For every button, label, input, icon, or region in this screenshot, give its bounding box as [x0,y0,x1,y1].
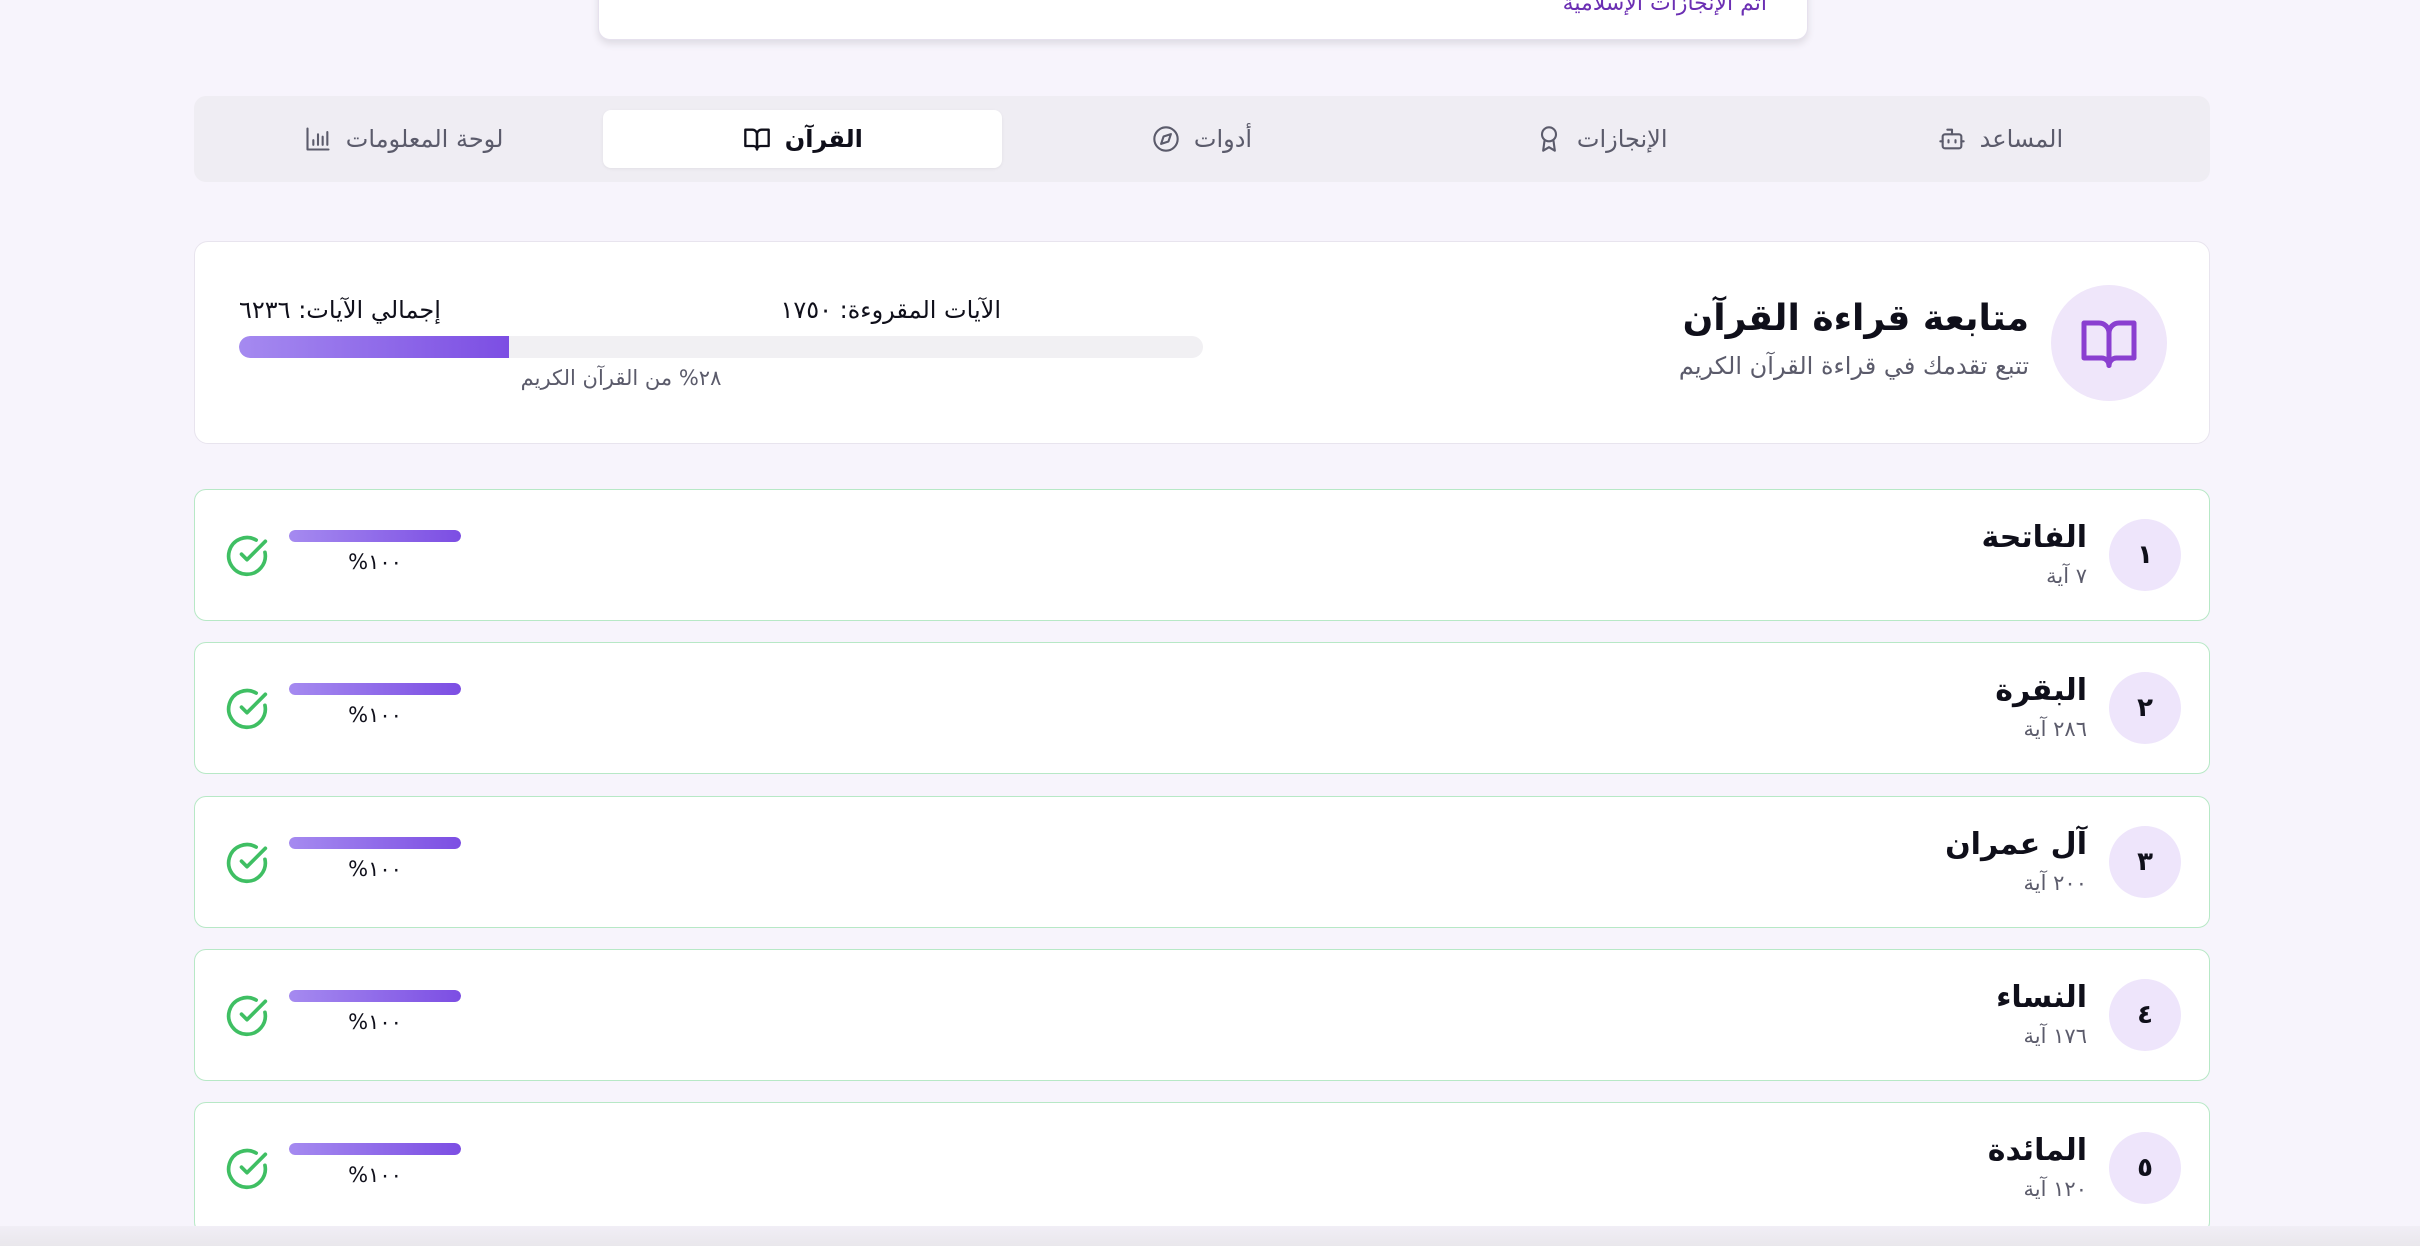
award-icon [1540,126,1557,152]
surah-number: ٤ [2109,979,2181,1051]
surah-verse-count: ١٢٠ آية [2023,1177,2087,1201]
surah-percent: ١٠٠% [348,1163,402,1187]
tab-bar: المساعد الإنجازات أدوات القرآن لوحة المع… [194,96,2210,182]
tab-label: الإنجازات [1576,125,1668,153]
book-icon-badge [2051,285,2167,401]
surah-name: آل عمران [1945,827,2087,862]
surah-verse-count: ١٧٦ آية [2023,1024,2087,1048]
surah-verse-count: ٢٠٠ آية [2023,871,2087,895]
surah-name: الفاتحة [1981,520,2087,555]
check-circle-icon [226,535,268,577]
surah-number: ١ [2109,519,2181,591]
book-open-icon [743,128,770,151]
overall-percent-caption: ٢٨% من القرآن الكريم [520,366,722,390]
surah-row[interactable]: ٤ النساء ١٧٦ آية ١٠٠% [194,949,2210,1081]
surah-progress-bar [289,1143,461,1155]
surah-verse-count: ٢٨٦ آية [2023,717,2087,741]
surah-progress-bar [289,837,461,849]
check-circle-icon [226,1148,268,1190]
check-circle-icon [226,995,268,1037]
tab-label: المساعد [1979,125,2064,153]
tab-assistant[interactable]: المساعد [1801,110,2200,168]
check-circle-icon [226,842,268,884]
surah-name: المائدة [1987,1133,2087,1168]
verses-read-label: الآيات المقروءة: ١٧٥٠ [780,296,1001,324]
surah-progress-bar [289,990,461,1002]
top-card: اتم الإنجازات الإسلامية [598,0,1808,40]
tab-label: أدوات [1193,125,1253,153]
compass-icon [1153,126,1179,152]
book-open-icon [2081,320,2137,368]
surah-percent: ١٠٠% [348,1010,402,1034]
surah-verse-count: ٧ آية [2046,564,2087,588]
total-verses-label: إجمالي الآيات: ٦٢٣٦ [239,296,441,324]
surah-progress-fill [289,683,461,695]
quran-progress-summary: متابعة قراءة القرآن تتبع تقدمك في قراءة … [194,241,2210,444]
tab-dashboard[interactable]: لوحة المعلومات [204,110,603,168]
surah-progress-bar [289,530,461,542]
surah-progress-bar [289,683,461,695]
surah-percent: ١٠٠% [348,857,402,881]
overall-progress-fill [239,336,509,358]
page-subtitle: تتبع تقدمك في قراءة القرآن الكريم [1678,352,2029,380]
surah-name: النساء [1996,980,2087,1015]
top-card-link[interactable]: اتم الإنجازات الإسلامية [1563,0,1767,16]
surah-percent: ١٠٠% [348,550,402,574]
surah-number: ٥ [2109,1132,2181,1204]
surah-percent: ١٠٠% [348,703,402,727]
tab-label: القرآن [784,125,863,153]
surah-number: ٢ [2109,672,2181,744]
tab-tools[interactable]: أدوات [1002,110,1401,168]
surah-row[interactable]: ٢ البقرة ٢٨٦ آية ١٠٠% [194,642,2210,774]
check-circle-icon [226,688,268,730]
surah-row[interactable]: ١ الفاتحة ٧ آية ١٠٠% [194,489,2210,621]
bar-chart-icon [306,127,330,151]
surah-row[interactable]: ٣ آل عمران ٢٠٠ آية ١٠٠% [194,796,2210,928]
surah-progress-fill [289,530,461,542]
surah-name: البقرة [1995,673,2087,708]
tab-achievements[interactable]: الإنجازات [1402,110,1801,168]
bot-icon [1938,128,1965,150]
page-bottom-edge [0,1226,2420,1246]
surah-progress-fill [289,1143,461,1155]
surah-row[interactable]: ٥ المائدة ١٢٠ آية ١٠٠% [194,1102,2210,1234]
tab-quran[interactable]: القرآن [603,110,1003,168]
page-title: متابعة قراءة القرآن [1682,298,2029,339]
surah-number: ٣ [2109,826,2181,898]
surah-progress-fill [289,837,461,849]
overall-progress-bar [239,336,1203,358]
surah-progress-fill [289,990,461,1002]
tab-label: لوحة المعلومات [345,125,504,153]
